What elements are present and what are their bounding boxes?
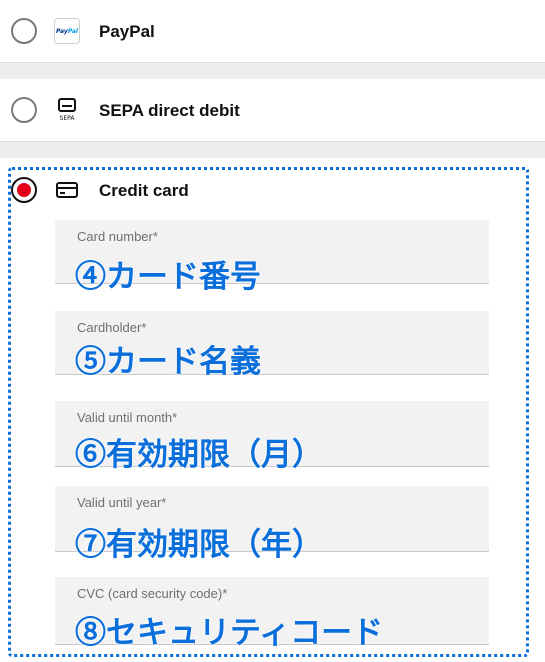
sepa-card-icon: SEPA bbox=[54, 97, 80, 123]
valid-year-field[interactable]: Valid until year* ⑦有効期限（年） bbox=[55, 486, 489, 562]
annotation-valid-month: ⑥有効期限（月） bbox=[75, 437, 323, 472]
payment-option-paypal[interactable]: Pay Pal PayPal bbox=[0, 0, 545, 62]
card-number-label: Card number* bbox=[77, 229, 158, 244]
svg-text:SEPA: SEPA bbox=[60, 115, 76, 122]
valid-year-label: Valid until year* bbox=[77, 495, 167, 510]
radio-selected-dot bbox=[17, 183, 31, 197]
payment-label-sepa: SEPA direct debit bbox=[99, 101, 240, 120]
paypal-icon: Pay Pal bbox=[54, 18, 80, 44]
card-number-field[interactable]: Card number* ④カード番号 bbox=[55, 220, 489, 294]
radio-credit-card[interactable] bbox=[11, 177, 37, 203]
cvc-label: CVC (card security code)* bbox=[77, 586, 228, 601]
annotation-valid-year: ⑦有効期限（年） bbox=[75, 527, 323, 562]
annotation-cardholder: ⑤カード名義 bbox=[75, 344, 261, 379]
payment-label-credit-card: Credit card bbox=[99, 181, 189, 200]
payment-label-paypal: PayPal bbox=[99, 22, 155, 41]
cardholder-field[interactable]: Cardholder* ⑤カード名義 bbox=[55, 311, 489, 379]
annotation-card-number: ④カード番号 bbox=[75, 259, 261, 294]
radio-paypal[interactable] bbox=[11, 18, 37, 44]
cardholder-label: Cardholder* bbox=[77, 320, 147, 335]
separator bbox=[0, 62, 545, 79]
valid-month-field[interactable]: Valid until month* ⑥有効期限（月） bbox=[55, 401, 489, 472]
separator bbox=[0, 141, 545, 158]
payment-option-sepa[interactable]: SEPA SEPA direct debit bbox=[0, 79, 545, 141]
cvc-field[interactable]: CVC (card security code)* ⑧セキュリティコード bbox=[55, 577, 489, 650]
credit-card-icon bbox=[54, 177, 80, 203]
valid-month-label: Valid until month* bbox=[77, 410, 178, 425]
annotation-cvc: ⑧セキュリティコード bbox=[75, 615, 384, 650]
radio-sepa[interactable] bbox=[11, 97, 37, 123]
